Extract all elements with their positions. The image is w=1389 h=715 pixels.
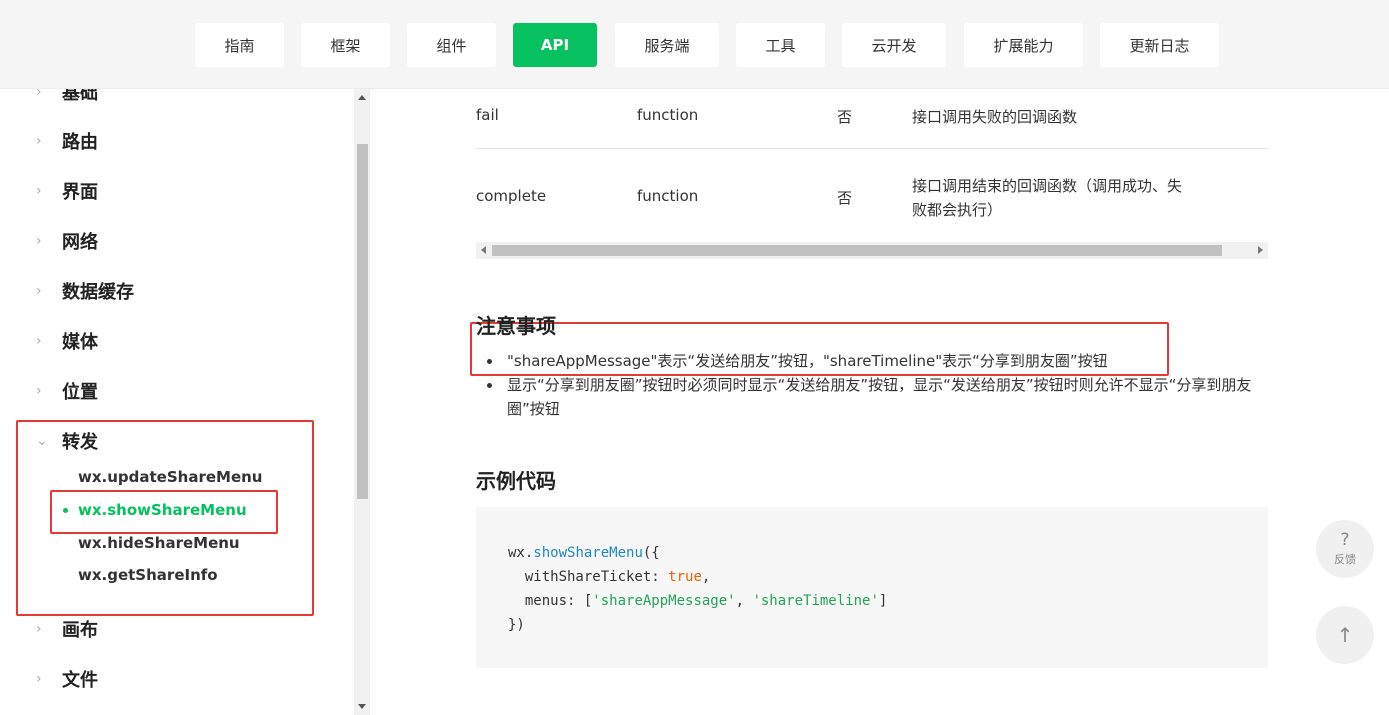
param-desc-line2: 败都会执行） bbox=[912, 201, 1003, 219]
sidebar-item-network[interactable]: › 网络 bbox=[36, 226, 98, 256]
chevron-right-icon: › bbox=[36, 283, 42, 299]
scroll-left-arrow-icon[interactable] bbox=[481, 246, 486, 254]
nav-tools[interactable]: 工具 bbox=[736, 23, 825, 67]
chevron-right-icon: › bbox=[36, 133, 42, 149]
code-block: wx.showShareMenu({ withShareTicket: true… bbox=[476, 507, 1268, 668]
sidebar-item-canvas[interactable]: › 画布 bbox=[36, 614, 98, 644]
sidebar-scrollbar[interactable] bbox=[354, 89, 369, 715]
note-text: 显示“分享到朋友圈”按钮时必须同时显示“发送给朋友”按钮，显示“发送给朋友”按钮… bbox=[507, 376, 1252, 418]
param-desc-line1: 接口调用结束的回调函数（调用成功、失 bbox=[912, 177, 1183, 195]
code-token: ({ bbox=[642, 545, 660, 561]
sidebar-item-label: 网络 bbox=[62, 232, 98, 253]
sidebar-item-label: 路由 bbox=[62, 132, 98, 153]
top-nav: 指南 框架 组件 API 服务端 工具 云开发 扩展能力 更新日志 bbox=[0, 0, 1389, 89]
param-required: 否 bbox=[837, 108, 853, 126]
sidebar: › 基础 › 路由 › 界面 › 网络 › 数据缓存 › 媒体 › 位置 ⌄ 转… bbox=[0, 89, 370, 715]
nav-framework[interactable]: 框架 bbox=[301, 23, 390, 67]
sidebar-item-label: 位置 bbox=[62, 382, 98, 403]
code-token: ] bbox=[878, 593, 888, 609]
scroll-down-arrow-icon[interactable] bbox=[358, 704, 366, 709]
chevron-right-icon: › bbox=[36, 333, 42, 349]
param-required: 否 bbox=[837, 189, 853, 207]
note-item: 显示“分享到朋友圈”按钮时必须同时显示“发送给朋友”按钮，显示“发送给朋友”按钮… bbox=[487, 373, 1270, 421]
param-type: function bbox=[637, 106, 699, 124]
nav-components[interactable]: 组件 bbox=[407, 23, 496, 67]
chevron-right-icon: › bbox=[36, 383, 42, 399]
nav-changelog[interactable]: 更新日志 bbox=[1100, 23, 1219, 67]
scroll-right-arrow-icon[interactable] bbox=[1258, 246, 1263, 254]
example-heading: 示例代码 bbox=[476, 469, 556, 493]
table-divider bbox=[476, 148, 1268, 149]
chevron-right-icon: › bbox=[36, 621, 42, 637]
code-token: true bbox=[668, 569, 702, 585]
chevron-right-icon: › bbox=[36, 671, 42, 687]
code-token: }) bbox=[508, 617, 525, 633]
param-desc: 接口调用失败的回调函数 bbox=[912, 108, 1078, 126]
sidebar-item-ui[interactable]: › 界面 bbox=[36, 176, 98, 206]
code-token: wx. bbox=[508, 545, 534, 561]
code-token: showShareMenu bbox=[533, 545, 643, 561]
nav-server[interactable]: 服务端 bbox=[615, 23, 719, 67]
table-horizontal-scrollbar[interactable] bbox=[476, 242, 1268, 259]
highlight-box-active-item bbox=[50, 490, 278, 534]
sidebar-item-media[interactable]: › 媒体 bbox=[36, 326, 98, 356]
notes-heading: 注意事项 bbox=[476, 314, 556, 338]
nav-guide[interactable]: 指南 bbox=[195, 23, 284, 67]
table-scrollbar-thumb[interactable] bbox=[492, 245, 1222, 256]
param-name: complete bbox=[476, 187, 547, 205]
question-icon: ? bbox=[1340, 530, 1350, 550]
nav-api[interactable]: API bbox=[513, 23, 597, 67]
sidebar-item-storage[interactable]: › 数据缓存 bbox=[36, 276, 134, 306]
sidebar-item-label: 界面 bbox=[62, 182, 98, 203]
sidebar-item-location[interactable]: › 位置 bbox=[36, 376, 98, 406]
nav-extensions[interactable]: 扩展能力 bbox=[964, 23, 1083, 67]
sidebar-item-label: 数据缓存 bbox=[62, 282, 134, 303]
code-token: , bbox=[701, 569, 711, 585]
note-item: "shareAppMessage"表示“发送给朋友”按钮，"shareTimel… bbox=[487, 349, 1270, 373]
sidebar-item-label: 文件 bbox=[62, 670, 98, 691]
nav-cloud[interactable]: 云开发 bbox=[842, 23, 946, 67]
sidebar-item-route[interactable]: › 路由 bbox=[36, 126, 98, 156]
sidebar-item-file[interactable]: › 文件 bbox=[36, 664, 98, 694]
note-text: "shareAppMessage"表示“发送给朋友”按钮，"shareTimel… bbox=[507, 352, 1108, 370]
feedback-label: 反馈 bbox=[1334, 553, 1356, 566]
feedback-button[interactable]: ? 反馈 bbox=[1316, 520, 1374, 578]
back-to-top-button[interactable]: ↑ bbox=[1316, 606, 1374, 664]
arrow-up-icon: ↑ bbox=[1336, 623, 1354, 647]
param-type: function bbox=[637, 187, 699, 205]
chevron-right-icon: › bbox=[36, 183, 42, 199]
code-token: 'shareTimeline' bbox=[752, 593, 879, 609]
sidebar-scrollbar-thumb[interactable] bbox=[357, 144, 368, 499]
scroll-up-arrow-icon[interactable] bbox=[358, 95, 366, 100]
param-name: fail bbox=[476, 106, 499, 124]
chevron-right-icon: › bbox=[36, 233, 42, 249]
sidebar-item-basic[interactable]: › 基础 bbox=[36, 89, 98, 107]
sidebar-item-label: 画布 bbox=[62, 620, 98, 641]
sidebar-item-label: 基础 bbox=[62, 89, 98, 104]
code-token: , bbox=[735, 593, 753, 609]
sidebar-item-label: 媒体 bbox=[62, 332, 98, 353]
chevron-right-icon: › bbox=[36, 89, 42, 100]
code-token: withShareTicket: bbox=[508, 569, 669, 585]
code-token: 'shareAppMessage' bbox=[592, 593, 736, 609]
code-token: menus: [ bbox=[508, 593, 593, 609]
